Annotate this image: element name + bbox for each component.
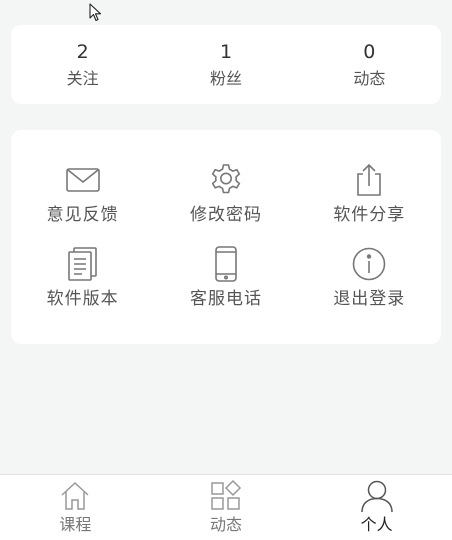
tab-courses[interactable]: 课程 [0, 475, 151, 540]
menu-label: 修改密码 [189, 205, 262, 225]
tab-feed[interactable]: 动态 [151, 475, 302, 540]
stats-card: 2 关注 1 粉丝 0 动态 [11, 25, 441, 104]
stat-label: 关注 [66, 69, 99, 88]
menu-label: 意见反馈 [46, 205, 119, 225]
menu-item-change-password[interactable]: 修改密码 [154, 162, 297, 246]
tab-profile[interactable]: 个人 [301, 475, 452, 540]
stat-posts[interactable]: 0 动态 [298, 25, 441, 104]
mouse-cursor-icon [89, 3, 102, 22]
info-icon [351, 246, 387, 282]
apps-icon [209, 479, 243, 513]
menu-label: 客服电话 [189, 289, 262, 309]
bottom-tab-bar: 课程 动态 个人 [0, 474, 452, 540]
person-icon [360, 479, 394, 513]
stat-following[interactable]: 2 关注 [11, 25, 154, 104]
phone-icon [208, 246, 244, 282]
home-icon [58, 479, 92, 513]
menu-label: 软件版本 [46, 289, 119, 309]
stat-label: 粉丝 [209, 69, 242, 88]
document-icon [65, 246, 101, 282]
stat-fans[interactable]: 1 粉丝 [154, 25, 297, 104]
menu-card: 意见反馈 修改密码 软件分享 软件版本 客服电话 退出登录 [11, 130, 441, 344]
menu-item-share-app[interactable]: 软件分享 [298, 162, 441, 246]
gear-icon [208, 162, 244, 198]
menu-item-app-version[interactable]: 软件版本 [11, 246, 154, 330]
menu-item-logout[interactable]: 退出登录 [298, 246, 441, 330]
menu-item-feedback[interactable]: 意见反馈 [11, 162, 154, 246]
share-icon [351, 162, 387, 198]
tab-label: 动态 [210, 515, 243, 534]
stat-value: 1 [219, 41, 233, 63]
tab-label: 个人 [360, 515, 393, 534]
mail-icon [65, 162, 101, 198]
menu-label: 软件分享 [333, 205, 406, 225]
stat-value: 0 [363, 41, 376, 63]
stat-value: 2 [76, 41, 89, 63]
menu-label: 退出登录 [333, 289, 406, 309]
stat-label: 动态 [353, 69, 386, 88]
tab-label: 课程 [59, 515, 92, 534]
menu-item-customer-service[interactable]: 客服电话 [154, 246, 297, 330]
